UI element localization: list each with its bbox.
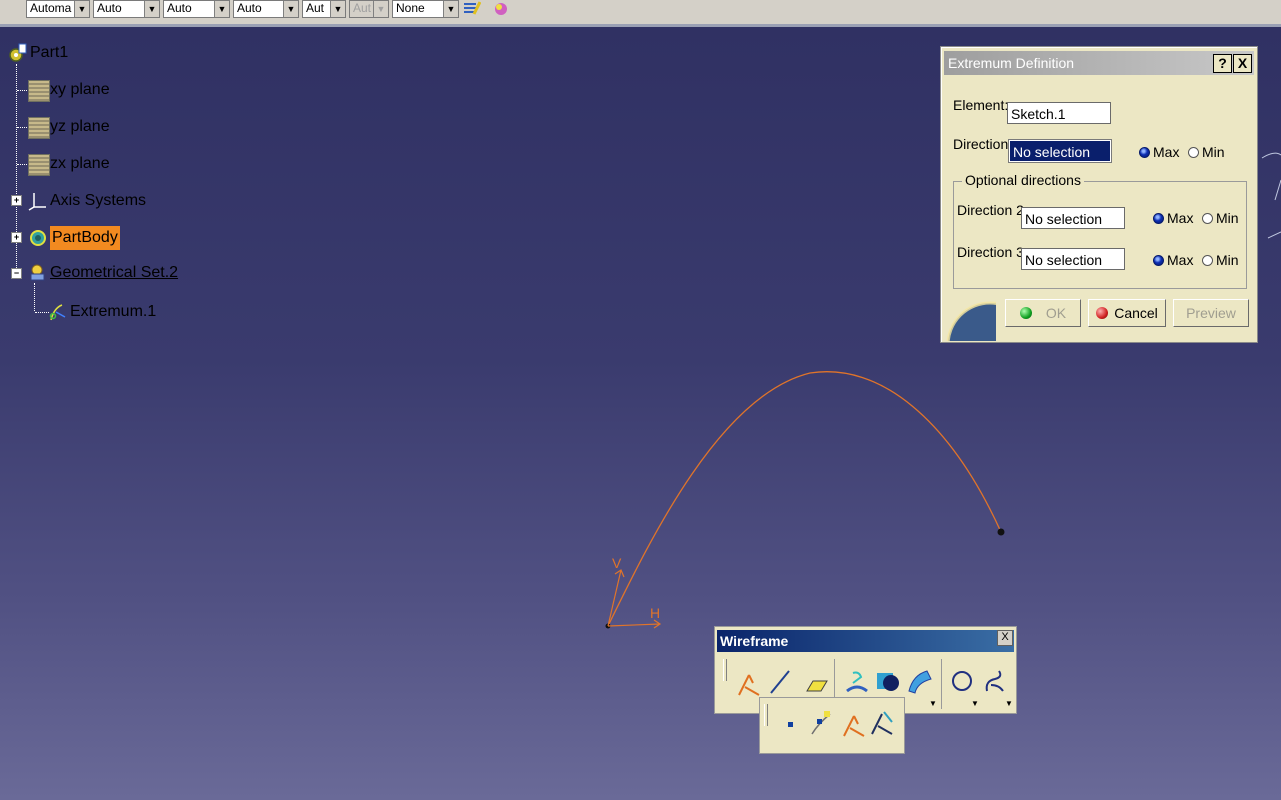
radio-label: Min [1216, 210, 1239, 226]
point-tools-subtoolbar [759, 697, 905, 754]
cancel-status-icon [1096, 307, 1109, 319]
optional-directions-title: Optional directions [962, 172, 1084, 188]
extremum-tool-icon[interactable] [840, 710, 868, 738]
partial-geometry [1261, 152, 1281, 239]
optional-directions-group: Optional directions [953, 172, 1247, 289]
direction-min-radio[interactable]: Min [1188, 145, 1225, 159]
radio-label: Max [1167, 210, 1194, 226]
preview-button: Preview [1173, 299, 1249, 327]
radio-selected-icon [1139, 147, 1150, 158]
toolbar-separator [941, 659, 942, 709]
point-icon[interactable] [778, 712, 806, 740]
ok-label: OK [1045, 305, 1067, 321]
direction3-min-radio[interactable]: Min [1202, 253, 1239, 267]
line-tool-icon[interactable] [767, 667, 795, 695]
sketch-axis-h-label: H [650, 605, 660, 621]
toolbar-grip[interactable] [723, 659, 727, 681]
extremum-definition-dialog: Extremum Definition ? X Element: Sketch.… [940, 46, 1258, 343]
curve-end-point[interactable] [997, 528, 1005, 536]
cancel-button[interactable]: Cancel [1088, 299, 1166, 327]
radio-icon [1202, 255, 1213, 266]
ok-status-icon [1019, 307, 1032, 319]
projection-tool-icon[interactable] [843, 667, 871, 695]
direction3-field[interactable]: No selection [1021, 248, 1125, 270]
direction-max-radio[interactable]: Max [1139, 145, 1179, 159]
direction-field[interactable]: No selection [1008, 139, 1112, 163]
cancel-label: Cancel [1114, 305, 1158, 321]
direction2-min-radio[interactable]: Min [1202, 211, 1239, 225]
radio-label: Max [1167, 252, 1194, 268]
sketch-axis-v-label: V [612, 555, 622, 571]
direction3-max-radio[interactable]: Max [1153, 253, 1193, 267]
extremum-polar-tool-icon[interactable] [868, 708, 896, 736]
element-field[interactable]: Sketch.1 [1007, 102, 1111, 124]
radio-selected-icon [1153, 213, 1164, 224]
element-label: Element: [953, 97, 1009, 113]
direction2-field[interactable]: No selection [1021, 207, 1125, 229]
direction-label: Direction: [953, 136, 1013, 152]
offset-curve-tool-icon[interactable] [905, 667, 933, 695]
radio-icon [1188, 147, 1199, 158]
radio-selected-icon [1153, 255, 1164, 266]
ok-button: OK [1005, 299, 1081, 327]
circle-tool-icon[interactable] [949, 667, 977, 695]
earth-logo-icon [946, 301, 996, 341]
direction2-label: Direction 2: [957, 202, 1028, 218]
intersection-tool-icon[interactable] [873, 667, 901, 695]
points-and-planes-repetition-icon[interactable] [808, 708, 836, 736]
spline-tool-icon[interactable] [981, 667, 1009, 695]
direction3-label: Direction 3: [957, 244, 1028, 260]
wireframe-title-bar[interactable]: Wireframe [717, 630, 1014, 652]
sketch-curve[interactable] [607, 371, 1002, 627]
direction2-max-radio[interactable]: Max [1153, 211, 1193, 225]
point-tool-icon[interactable] [735, 669, 763, 697]
radio-label: Max [1153, 144, 1180, 160]
dialog-title-bar[interactable]: Extremum Definition ? X [944, 51, 1254, 75]
chevron-down-icon[interactable]: ▼ [971, 699, 979, 708]
preview-label: Preview [1186, 305, 1236, 321]
radio-label: Min [1216, 252, 1239, 268]
help-button[interactable]: ? [1213, 54, 1232, 73]
plane-tool-icon[interactable] [801, 671, 829, 699]
toolbar-grip[interactable] [764, 704, 768, 726]
close-button[interactable]: X [1233, 54, 1252, 73]
sketch-axis-h-icon [607, 619, 662, 629]
chevron-down-icon[interactable]: ▼ [1005, 699, 1013, 708]
wireframe-close-button[interactable]: X [997, 630, 1013, 646]
chevron-down-icon[interactable]: ▼ [929, 699, 937, 708]
dialog-title: Extremum Definition [948, 55, 1075, 71]
radio-label: Min [1202, 144, 1225, 160]
wireframe-title: Wireframe [720, 633, 789, 649]
radio-icon [1202, 213, 1213, 224]
